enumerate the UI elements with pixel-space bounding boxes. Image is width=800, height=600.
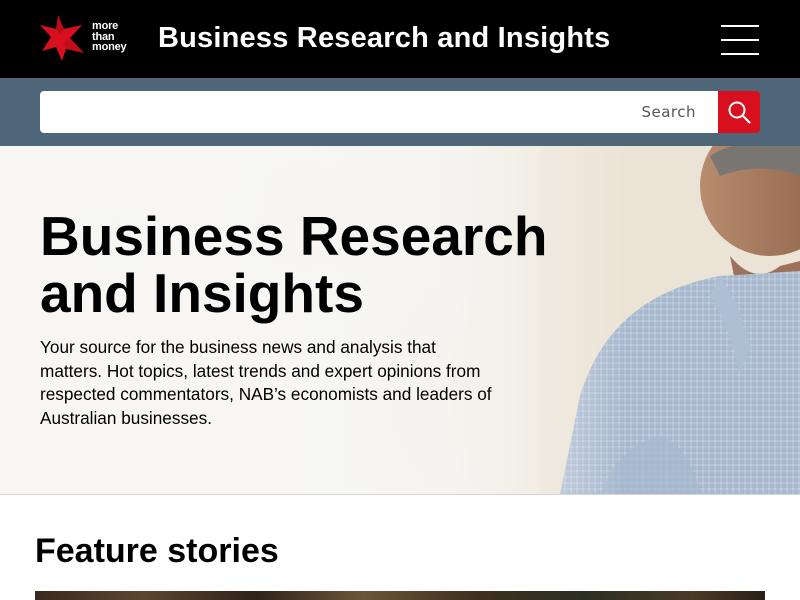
hamburger-menu-icon-bar-middle — [721, 39, 759, 41]
nab-star-logo-icon — [40, 15, 84, 61]
feature-story-image[interactable] — [35, 591, 765, 600]
search-box — [40, 91, 720, 133]
hero-banner: Business Research and Insights Your sour… — [0, 146, 800, 494]
section-divider — [0, 494, 800, 495]
site-header: more than money Business Research and In… — [0, 0, 800, 78]
site-title[interactable]: Business Research and Insights — [158, 22, 610, 55]
search-bar — [0, 78, 800, 146]
nab-logo[interactable]: more than money — [38, 13, 134, 63]
hamburger-menu-icon-bar-bottom — [721, 53, 759, 55]
menu-button[interactable] — [718, 22, 762, 58]
search-button[interactable] — [718, 91, 760, 133]
logo-tagline-line3: money — [92, 41, 127, 53]
logo-tagline-line1: more — [92, 20, 119, 32]
feature-stories-heading: Feature stories — [35, 532, 279, 570]
hero-title: Business Research and Insights — [40, 205, 548, 324]
search-icon — [728, 101, 751, 124]
hero-subtitle: Your source for the business news and an… — [40, 337, 492, 428]
search-input[interactable] — [40, 91, 710, 133]
hamburger-menu-icon-bar-top — [721, 25, 759, 27]
logo-tagline: more than money — [92, 20, 127, 53]
